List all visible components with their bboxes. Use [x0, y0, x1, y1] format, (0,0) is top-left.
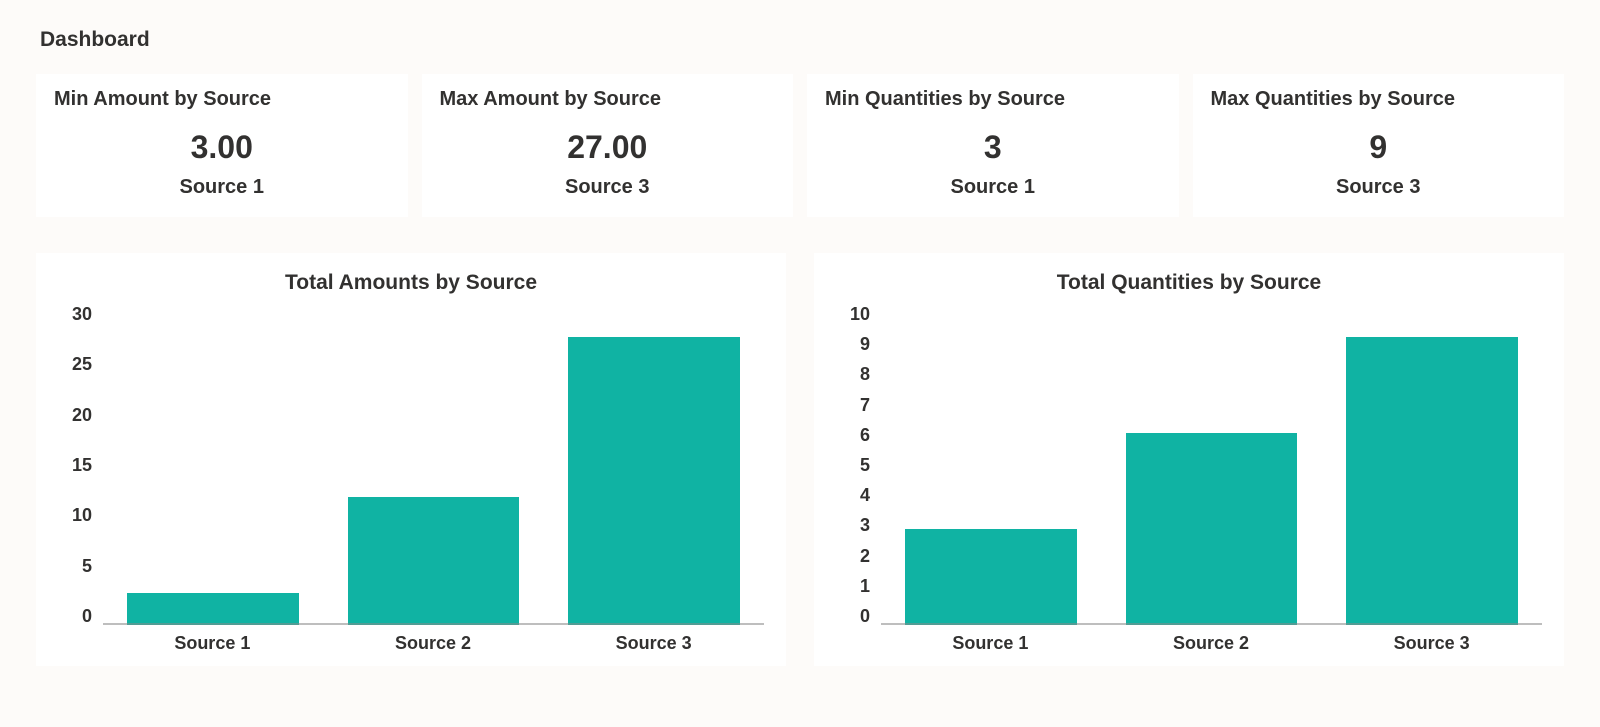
- y-tick-label: 0: [82, 607, 92, 625]
- card-value: 3.00: [54, 129, 390, 166]
- y-tick-label: 7: [860, 396, 870, 414]
- y-tick-label: 1: [860, 577, 870, 595]
- chart-total-quantities: Total Quantities by Source109876543210So…: [814, 253, 1564, 666]
- x-axis-line: [881, 623, 1542, 625]
- bar-slot: [323, 497, 543, 625]
- chart-body: 30 25 20 15 10 5 0: [58, 305, 764, 625]
- card-max-quantities: Max Quantities by Source 9 Source 3: [1193, 74, 1565, 217]
- bar[interactable]: [127, 593, 299, 625]
- card-sub: Source 1: [825, 176, 1161, 199]
- x-tick-label: Source 1: [880, 633, 1101, 654]
- card-sub: Source 3: [1211, 176, 1547, 199]
- summary-cards-row: Min Amount by Source 3.00 Source 1 Max A…: [36, 74, 1564, 217]
- card-value: 9: [1211, 129, 1547, 166]
- y-tick-label: 4: [860, 486, 870, 504]
- y-tick-label: 6: [860, 426, 870, 444]
- y-tick-label: 9: [860, 335, 870, 353]
- bar[interactable]: [1126, 433, 1298, 625]
- chart-title: Total Quantities by Source: [836, 271, 1542, 295]
- y-tick-label: 8: [860, 365, 870, 383]
- dashboard-page: Dashboard Min Amount by Source 3.00 Sour…: [0, 0, 1600, 666]
- card-sub: Source 1: [54, 176, 390, 199]
- y-tick-label: 3: [860, 516, 870, 534]
- y-tick-label: 10: [72, 506, 92, 524]
- y-tick-label: 25: [72, 355, 92, 373]
- x-tick-label: Source 2: [1101, 633, 1322, 654]
- y-tick-label: 5: [860, 456, 870, 474]
- plot-area: [102, 305, 764, 625]
- x-axis-line: [103, 623, 764, 625]
- card-title: Max Quantities by Source: [1211, 88, 1547, 111]
- y-axis: 30 25 20 15 10 5 0: [58, 305, 102, 625]
- charts-row: Total Amounts by Source302520151050Sourc…: [36, 253, 1564, 666]
- bar-slot: [544, 337, 764, 625]
- bars-container: [881, 305, 1542, 625]
- plot-area: [880, 305, 1542, 625]
- bars-container: [103, 305, 764, 625]
- bar-slot: [1101, 433, 1321, 625]
- y-axis: 109876543210: [836, 305, 880, 625]
- chart-total-amounts: Total Amounts by Source 30 25 20 15 10 5 0 Sourc…: [36, 253, 786, 666]
- card-min-amount: Min Amount by Source 3.00 Source 1: [36, 74, 408, 217]
- card-max-amount: Max Amount by Source 27.00 Source 3: [422, 74, 794, 217]
- bar-slot: [881, 529, 1101, 625]
- bar[interactable]: [1346, 337, 1518, 625]
- page-title: Dashboard: [40, 28, 1564, 52]
- y-tick-label: 10: [850, 305, 870, 323]
- bar-slot: [1322, 337, 1542, 625]
- card-value: 3: [825, 129, 1161, 166]
- chart-body: 109876543210: [836, 305, 1542, 625]
- chart-title: Total Amounts by Source: [58, 271, 764, 295]
- card-title: Max Amount by Source: [440, 88, 776, 111]
- card-value: 27.00: [440, 129, 776, 166]
- y-tick-label: 30: [72, 305, 92, 323]
- x-tick-label: Source 2: [323, 633, 544, 654]
- x-axis-labels: Source 1Source 2Source 3: [880, 633, 1542, 654]
- y-tick-label: 20: [72, 406, 92, 424]
- card-sub: Source 3: [440, 176, 776, 199]
- card-title: Min Amount by Source: [54, 88, 390, 111]
- x-tick-label: Source 3: [1321, 633, 1542, 654]
- y-tick-label: 2: [860, 547, 870, 565]
- bar-slot: [103, 593, 323, 625]
- y-tick-label: 0: [860, 607, 870, 625]
- card-title: Min Quantities by Source: [825, 88, 1161, 111]
- x-axis-labels: Source 1Source 2Source 3: [102, 633, 764, 654]
- card-min-quantities: Min Quantities by Source 3 Source 1: [807, 74, 1179, 217]
- bar[interactable]: [348, 497, 520, 625]
- x-tick-label: Source 1: [102, 633, 323, 654]
- bar[interactable]: [905, 529, 1077, 625]
- x-tick-label: Source 3: [543, 633, 764, 654]
- y-tick-label: 15: [72, 456, 92, 474]
- y-tick-label: 5: [82, 557, 92, 575]
- bar[interactable]: [568, 337, 740, 625]
